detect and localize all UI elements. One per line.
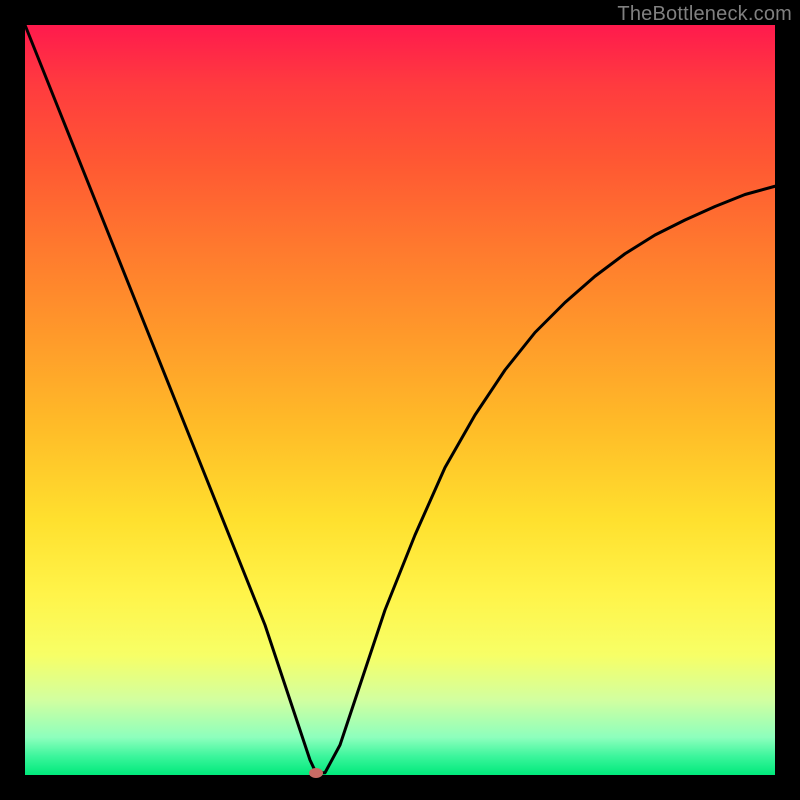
plot-area <box>25 25 775 775</box>
chart-frame: TheBottleneck.com <box>0 0 800 800</box>
watermark-text: TheBottleneck.com <box>617 3 792 26</box>
optimal-point-marker <box>309 768 323 778</box>
bottleneck-curve <box>25 25 775 775</box>
